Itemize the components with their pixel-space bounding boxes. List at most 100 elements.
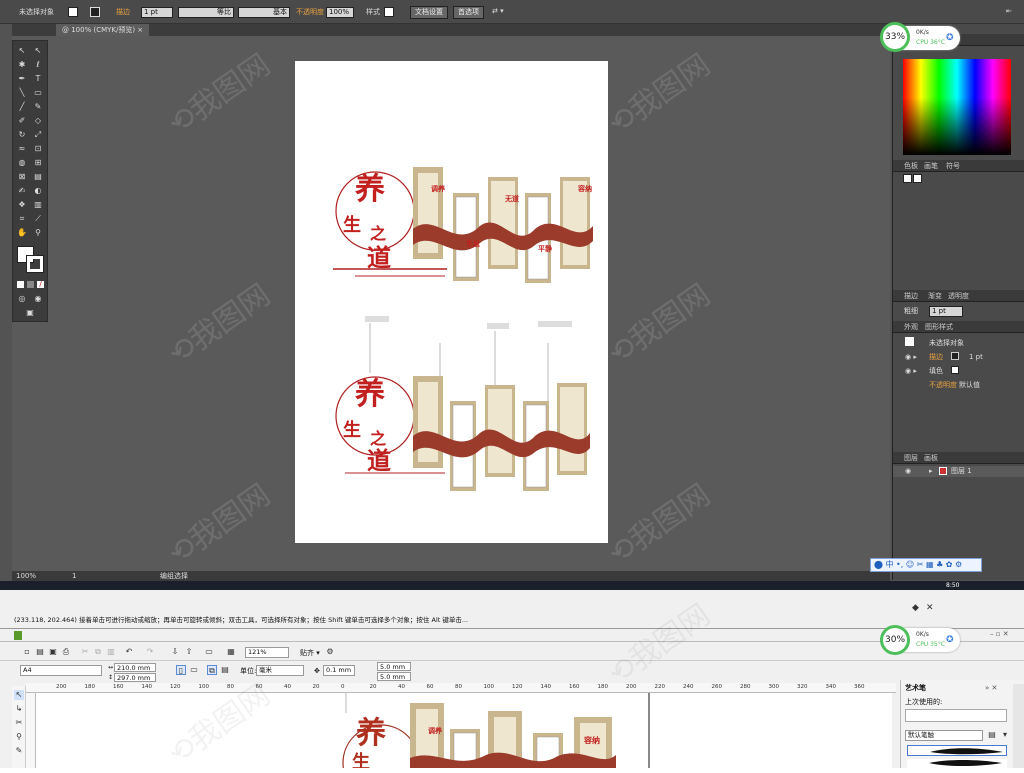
tab-layers[interactable]: 图层 (904, 453, 918, 463)
arrange-icon[interactable]: ⇄ ▾ (492, 7, 504, 15)
appearance-fill-label[interactable]: 填色 (929, 366, 943, 376)
duplicate-x-field[interactable]: 5.0 mm (377, 662, 411, 671)
snap-dropdown[interactable]: 贴齐 ▾ (300, 648, 320, 658)
tab-appearance[interactable]: 外观 (904, 322, 918, 332)
shape-tool-icon[interactable]: ↳ (14, 704, 24, 714)
brush-dropdown[interactable]: 基本 (238, 7, 290, 18)
tab-swatches[interactable]: 色板 (904, 161, 918, 171)
unit-dropdown[interactable]: 毫米 (256, 665, 304, 676)
crop-tool-icon[interactable]: ✂ (14, 718, 24, 728)
app-launcher-icon[interactable]: ▦ (226, 647, 236, 657)
page-width-field[interactable]: 210.0 mm (114, 663, 156, 672)
draw-behind-icon[interactable]: ◉ (33, 294, 43, 303)
undo-icon[interactable]: ↶ (124, 647, 134, 657)
layer-name[interactable]: 图层 1 (951, 466, 972, 476)
document-tab[interactable]: @ 100% (CMYK/预览) × (56, 24, 150, 36)
appearance-stroke-swatch[interactable] (951, 352, 959, 360)
stroke-weight-field[interactable]: 1 pt (929, 306, 963, 317)
corel-canvas[interactable]: 养 生 调养 容纳 (36, 693, 892, 773)
blend-tool-icon[interactable]: ◐ (33, 186, 43, 195)
none-mode-icon[interactable]: / (37, 281, 44, 288)
page-height-field[interactable]: 297.0 mm (114, 673, 156, 682)
appearance-opacity-label[interactable]: 不透明度 (929, 380, 957, 390)
direct-selection-icon[interactable]: ↖ (33, 46, 43, 55)
stroke-swatch[interactable] (90, 7, 100, 17)
profile-dropdown[interactable]: 等比 (178, 7, 234, 18)
new-icon[interactable]: ▫ (22, 647, 32, 657)
color-mode-icon[interactable] (17, 281, 24, 288)
tab-symbols[interactable]: 符号 (946, 161, 960, 171)
copy-icon[interactable]: ⧉ (93, 647, 103, 657)
tab-transparency[interactable]: 透明度 (948, 291, 969, 301)
graph-tool-icon[interactable]: ▥ (33, 200, 43, 209)
lasso-icon[interactable]: ℓ (33, 60, 43, 69)
pen-tool-icon[interactable]: ✒ (17, 74, 27, 83)
screen-mode-icon[interactable]: ▣ (25, 308, 35, 317)
color-spectrum[interactable] (903, 59, 1011, 155)
close-x-icon[interactable]: ✕ (926, 603, 934, 613)
stroke-preset-1[interactable] (907, 745, 1007, 756)
gradient-mode-icon[interactable] (27, 281, 34, 288)
preset-dropdown[interactable]: 默认笔触 (905, 730, 983, 741)
save-icon[interactable]: ▣ (48, 647, 58, 657)
export-icon[interactable]: ⇧ (184, 647, 194, 657)
redo-icon[interactable]: ↷ (145, 647, 155, 657)
rocket-icon[interactable]: ✪ (946, 33, 954, 43)
selection-tool-icon[interactable]: ↖ (17, 46, 27, 55)
options-icon[interactable]: ⚙ (325, 647, 335, 657)
docker-tabs[interactable] (1013, 684, 1024, 768)
zoom-tool-icon[interactable]: ⚲ (14, 732, 24, 742)
print-icon[interactable]: ⎙ (61, 647, 71, 657)
tab-artboards[interactable]: 画板 (924, 453, 938, 463)
rocket-icon-2[interactable]: ✪ (946, 635, 954, 645)
artboard[interactable]: 养 生 之 道 调养 生息 无道 平静 容纳 养 生 之 道 (295, 61, 608, 543)
docker-controls[interactable]: » ✕ (985, 683, 997, 693)
tab-brushes[interactable]: 画笔 (924, 161, 938, 171)
opacity-field[interactable]: 100% (326, 7, 354, 18)
gradient-tool-icon[interactable]: ▤ (33, 172, 43, 181)
blob-brush-icon[interactable]: ✐ (17, 116, 27, 125)
eye-icon[interactable]: ◉ ▸ (905, 352, 917, 362)
slice-tool-icon[interactable]: ⟋ (33, 214, 43, 223)
pencil-icon[interactable]: ✎ (33, 102, 43, 111)
artboard-number[interactable]: 1 (72, 571, 76, 581)
duplicate-y-field[interactable]: 5.0 mm (377, 672, 411, 681)
eye-icon[interactable]: ◉ ▸ (905, 366, 917, 376)
white-swatch[interactable] (913, 174, 922, 183)
eraser-icon[interactable]: ◇ (33, 116, 43, 125)
page-size-dropdown[interactable]: A4 (20, 665, 102, 676)
ime-toolbar[interactable]: ⬤ 中 •, ☺ ✂ ▦ ♣ ✿ ⚙ (870, 558, 982, 572)
window-controls[interactable]: – ▫ ✕ (990, 630, 1009, 638)
eyedropper-icon[interactable]: ✍ (17, 186, 27, 195)
stroke-label[interactable]: 描边 (116, 7, 130, 17)
docker-menu-icon[interactable]: ▾ (1000, 730, 1010, 740)
free-transform-icon[interactable]: ⊡ (33, 144, 43, 153)
browse-icon[interactable]: ▤ (987, 730, 997, 740)
line-tool-icon[interactable]: ╲ (17, 88, 27, 97)
recent-strokes-box[interactable] (905, 709, 1007, 722)
none-swatch[interactable] (903, 174, 912, 183)
stroke-color-box[interactable] (26, 255, 44, 273)
appearance-stroke-label[interactable]: 描边 (929, 352, 943, 362)
artboard-tool-icon[interactable]: ⌗ (17, 214, 27, 223)
rotate-tool-icon[interactable]: ↻ (17, 130, 27, 139)
cut-icon[interactable]: ✂ (80, 647, 90, 657)
memory-ring-2[interactable]: 30% (880, 625, 910, 655)
zoom-tool-icon[interactable]: ⚲ (33, 228, 43, 237)
import-icon[interactable]: ⇩ (170, 647, 180, 657)
stroke-weight-dropdown[interactable]: 1 pt (141, 7, 173, 18)
panel-menu-icon[interactable]: ⇤ (1006, 7, 1012, 15)
style-swatch[interactable] (384, 7, 394, 17)
zoom-level[interactable]: 100% (16, 571, 36, 581)
scale-tool-icon[interactable]: ⤢ (33, 130, 43, 139)
layer-expand-icon[interactable]: ▸ (929, 466, 933, 476)
mesh-tool-icon[interactable]: ⊠ (17, 172, 27, 181)
freehand-tool-icon[interactable]: ✎ (14, 746, 24, 756)
open-icon[interactable]: ▤ (35, 647, 45, 657)
hand-tool-icon[interactable]: ✋ (17, 228, 27, 237)
portrait-icon[interactable]: ▯ (176, 665, 186, 675)
nudge-field[interactable]: 0.1 mm (323, 665, 355, 676)
zoom-dropdown[interactable]: 121% (245, 647, 289, 658)
tab-graphic-styles[interactable]: 图形样式 (925, 322, 953, 332)
landscape-icon[interactable]: ▭ (189, 665, 199, 675)
